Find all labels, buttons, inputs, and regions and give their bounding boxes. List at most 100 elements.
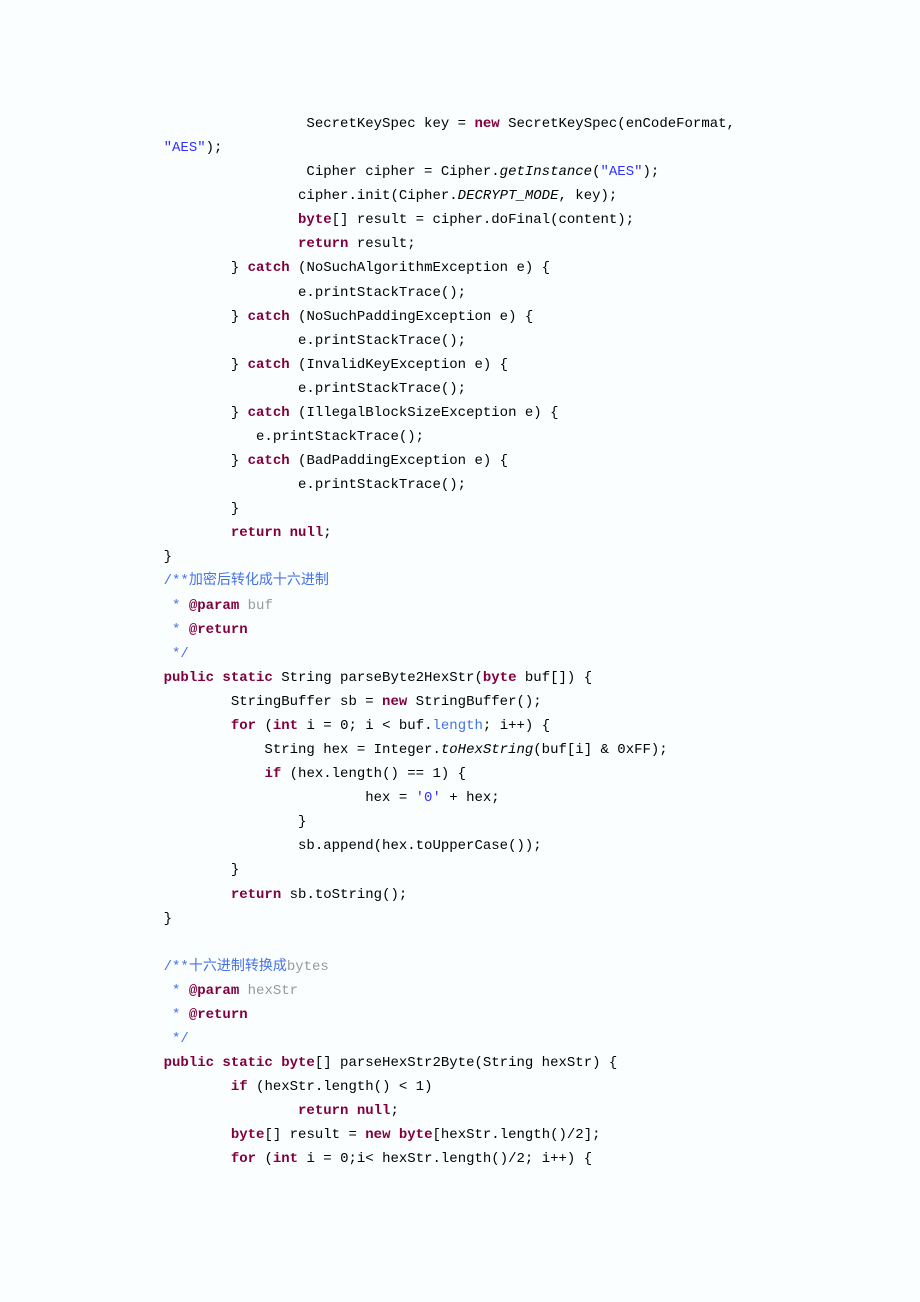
- code-token: hex =: [164, 790, 416, 806]
- code-token: [] result =: [264, 1127, 365, 1143]
- code-token: sb.append(hex.toUpperCase());: [164, 838, 542, 854]
- code-line: byte[] result = cipher.doFinal(content);: [130, 208, 830, 232]
- code-line: for (int i = 0;i< hexStr.length()/2; i++…: [130, 1147, 830, 1171]
- code-token: @param: [189, 983, 239, 999]
- code-line: "AES");: [130, 136, 830, 160]
- code-line: } catch (InvalidKeyException e) {: [130, 353, 830, 377]
- code-line: return null;: [130, 521, 830, 545]
- code-line: } catch (NoSuchPaddingException e) {: [130, 305, 830, 329]
- code-token: return: [231, 887, 281, 903]
- code-token: "AES": [601, 164, 643, 180]
- code-token: , key);: [559, 188, 618, 204]
- code-line: hex = '0' + hex;: [130, 786, 830, 810]
- code-line: } catch (BadPaddingException e) {: [130, 449, 830, 473]
- code-token: byte: [231, 1127, 265, 1143]
- code-token: result;: [348, 236, 415, 252]
- code-token: SecretKeySpec(enCodeFormat,: [500, 116, 744, 132]
- code-token: [] result = cipher.doFinal(content);: [332, 212, 634, 228]
- code-line: }: [130, 907, 830, 931]
- code-line: String hex = Integer.toHexString(buf[i] …: [130, 738, 830, 762]
- code-token: (IllegalBlockSizeException e) {: [290, 405, 559, 421]
- code-token: [164, 766, 265, 782]
- code-token: sb.toString();: [281, 887, 407, 903]
- code-token: */: [164, 646, 189, 662]
- code-token: 十六进制转换成: [189, 959, 287, 975]
- code-token: [164, 1103, 298, 1119]
- code-token: new: [474, 116, 499, 132]
- code-line: */: [130, 642, 830, 666]
- code-line: SecretKeySpec key = new SecretKeySpec(en…: [130, 112, 830, 136]
- code-token: *: [164, 622, 189, 638]
- code-token: }: [164, 405, 248, 421]
- code-token: [164, 718, 231, 734]
- code-token: (: [256, 718, 273, 734]
- code-line: return result;: [130, 232, 830, 256]
- code-line: cipher.init(Cipher.DECRYPT_MODE, key);: [130, 184, 830, 208]
- code-token: e.printStackTrace();: [164, 429, 424, 445]
- code-line: e.printStackTrace();: [130, 329, 830, 353]
- code-token: return null: [298, 1103, 390, 1119]
- code-token: );: [643, 164, 660, 180]
- code-token: ; i++) {: [483, 718, 550, 734]
- code-token: [] parseHexStr2Byte(String hexStr) {: [315, 1055, 617, 1071]
- code-token: e.printStackTrace();: [164, 333, 466, 349]
- code-token: return: [298, 236, 348, 252]
- code-token: catch: [248, 453, 290, 469]
- code-token: + hex;: [441, 790, 500, 806]
- code-line: sb.append(hex.toUpperCase());: [130, 834, 830, 858]
- code-line: }: [130, 497, 830, 521]
- code-token: "AES": [164, 140, 206, 156]
- code-line: return null;: [130, 1099, 830, 1123]
- code-token: if: [231, 1079, 248, 1095]
- code-token: }: [164, 911, 172, 927]
- code-line: * @param buf: [130, 594, 830, 618]
- code-token: (: [592, 164, 600, 180]
- code-token: /**: [164, 573, 189, 589]
- code-token: SecretKeySpec key =: [164, 116, 475, 132]
- code-token: [239, 598, 247, 614]
- code-line: * @return: [130, 1003, 830, 1027]
- code-token: e.printStackTrace();: [164, 285, 466, 301]
- code-token: );: [206, 140, 223, 156]
- code-line: e.printStackTrace();: [130, 377, 830, 401]
- code-token: for: [231, 718, 256, 734]
- code-token: catch: [248, 309, 290, 325]
- code-line: byte[] result = new byte[hexStr.length()…: [130, 1123, 830, 1147]
- code-line: [130, 931, 830, 955]
- code-token: e.printStackTrace();: [164, 381, 466, 397]
- code-line: for (int i = 0; i < buf.length; i++) {: [130, 714, 830, 738]
- code-token: DECRYPT_MODE: [458, 188, 559, 204]
- code-token: (: [256, 1151, 273, 1167]
- code-line: e.printStackTrace();: [130, 473, 830, 497]
- code-token: ;: [323, 525, 331, 541]
- code-line: }: [130, 810, 830, 834]
- code-token: hexStr: [248, 983, 298, 999]
- code-token: }: [164, 501, 240, 517]
- code-token: int: [273, 718, 298, 734]
- code-token: }: [164, 453, 248, 469]
- code-token: [164, 236, 298, 252]
- code-token: (NoSuchPaddingException e) {: [290, 309, 534, 325]
- code-token: public static: [164, 670, 273, 686]
- code-token: catch: [248, 405, 290, 421]
- code-token: @return: [189, 622, 248, 638]
- code-token: [164, 1079, 231, 1095]
- code-token: (InvalidKeyException e) {: [290, 357, 508, 373]
- code-token: bytes: [287, 959, 329, 975]
- code-token: buf: [248, 598, 273, 614]
- code-token: }: [164, 549, 172, 565]
- code-line: */: [130, 1027, 830, 1051]
- code-line: if (hexStr.length() < 1): [130, 1075, 830, 1099]
- code-token: String parseByte2HexStr(: [273, 670, 483, 686]
- code-token: *: [164, 598, 189, 614]
- code-token: }: [164, 862, 240, 878]
- code-line: if (hex.length() == 1) {: [130, 762, 830, 786]
- code-line: }: [130, 858, 830, 882]
- code-token: buf[]) {: [516, 670, 592, 686]
- code-token: Cipher cipher = Cipher.: [164, 164, 500, 180]
- code-token: /**: [164, 959, 189, 975]
- code-token: }: [164, 260, 248, 276]
- code-token: int: [273, 1151, 298, 1167]
- code-line: * @return: [130, 618, 830, 642]
- code-token: (hexStr.length() < 1): [248, 1079, 433, 1095]
